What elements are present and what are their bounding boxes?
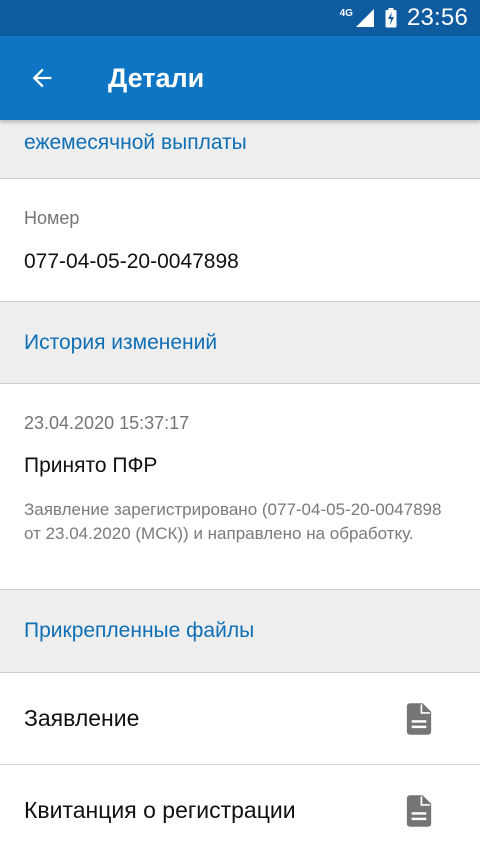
section-header-payment: ежемесячной выплаты (0, 120, 480, 179)
file-label: Заявление (24, 705, 140, 731)
history-entry: 23.04.2020 15:37:17 Принято ПФР Заявлени… (0, 384, 480, 590)
clock: 23:56 (406, 4, 468, 31)
section-header-label: Прикрепленные файлы (24, 619, 255, 642)
number-label: Номер (24, 208, 80, 228)
details-content[interactable]: ежемесячной выплаты Номер 077-04-05-20-0… (0, 120, 480, 854)
history-description: Заявление зарегистрировано (077-04-05-20… (24, 500, 442, 543)
file-item-receipt[interactable]: Квитанция о регистрации (0, 765, 480, 854)
section-header-label: История изменений (24, 330, 218, 354)
app-bar: Детали (0, 36, 480, 120)
signal-icon (355, 9, 374, 27)
section-header-label: ежемесячной выплаты (24, 131, 247, 154)
section-header-history: История изменений (0, 302, 480, 384)
network-type: 4G (339, 7, 353, 19)
arrow-left-icon (32, 68, 52, 88)
battery-charging-icon (385, 8, 397, 28)
number-value: 077-04-05-20-0047898 (24, 250, 239, 273)
document-icon (406, 702, 432, 735)
file-item-application[interactable]: Заявление (0, 673, 480, 765)
section-header-files: Прикрепленные файлы (0, 590, 480, 673)
history-date: 23.04.2020 15:37:17 (24, 413, 190, 433)
status-bar: 4G 23:56 (0, 0, 480, 36)
number-block: Номер 077-04-05-20-0047898 (0, 179, 480, 302)
history-status: Принято ПФР (24, 454, 158, 477)
page-title: Детали (108, 62, 205, 93)
back-button[interactable] (0, 36, 84, 120)
document-icon (406, 794, 432, 827)
file-label: Квитанция о регистрации (24, 797, 296, 823)
